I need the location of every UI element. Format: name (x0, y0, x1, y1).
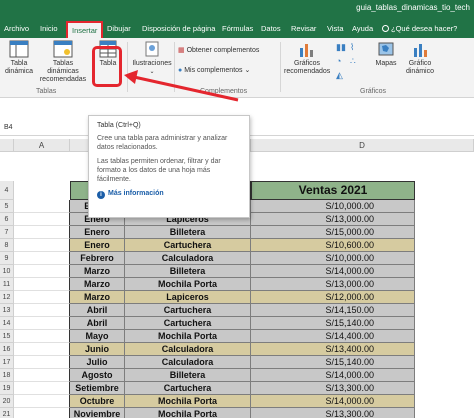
pointer-arrow (124, 70, 239, 102)
